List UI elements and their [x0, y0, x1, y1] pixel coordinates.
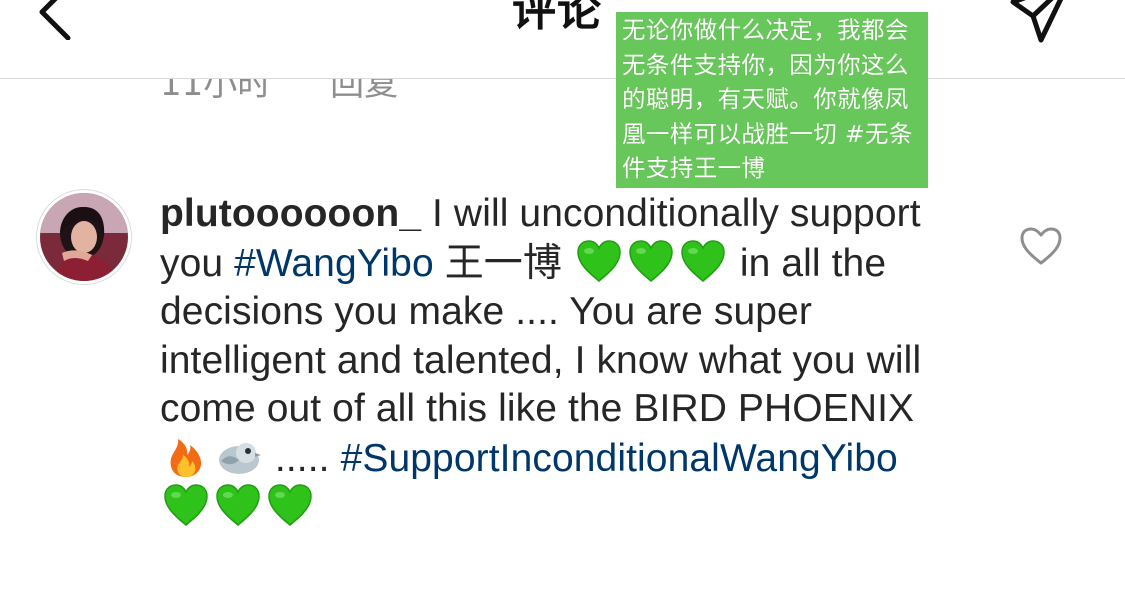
comment-time: 11小时	[160, 79, 272, 104]
bird-icon	[219, 442, 261, 474]
fire-icon	[170, 438, 202, 477]
heart-outline-icon[interactable]	[1019, 226, 1063, 266]
green-heart-icon	[268, 484, 312, 526]
paper-plane-icon[interactable]	[1005, 0, 1075, 48]
hashtag-link[interactable]: #SupportInconditionalWangYibo	[341, 437, 898, 480]
comments-screen: 11小时 回复 评论 无论你做什么决定，我都会无条件支持你，因为你这么的聪明，有…	[0, 0, 1125, 591]
nav-bar: 评论	[0, 0, 1125, 79]
avatar[interactable]	[36, 189, 132, 285]
previous-comment-meta: 11小时 回复	[0, 79, 1125, 109]
avatar-image	[40, 193, 128, 281]
green-heart-icon	[681, 239, 725, 282]
page-title: 评论	[512, 0, 602, 36]
reply-link[interactable]: 回复	[330, 79, 398, 104]
green-heart-icon	[164, 484, 208, 526]
green-heart-icon	[577, 239, 621, 282]
translation-overlay: 无论你做什么决定，我都会无条件支持你，因为你这么的聪明，有天赋。你就像凤凰一样可…	[616, 12, 928, 188]
hashtag-link[interactable]: #WangYibo	[234, 242, 434, 285]
comment-body: plutoooooon_ I will unconditionally supp…	[160, 190, 960, 533]
comment-text: .....	[264, 436, 330, 480]
comment-text: 王一博	[433, 241, 573, 285]
green-heart-icon	[216, 484, 260, 526]
green-heart-icon	[629, 239, 673, 282]
comment-username[interactable]: plutoooooon_	[160, 192, 421, 235]
chevron-left-icon[interactable]	[30, 0, 90, 40]
